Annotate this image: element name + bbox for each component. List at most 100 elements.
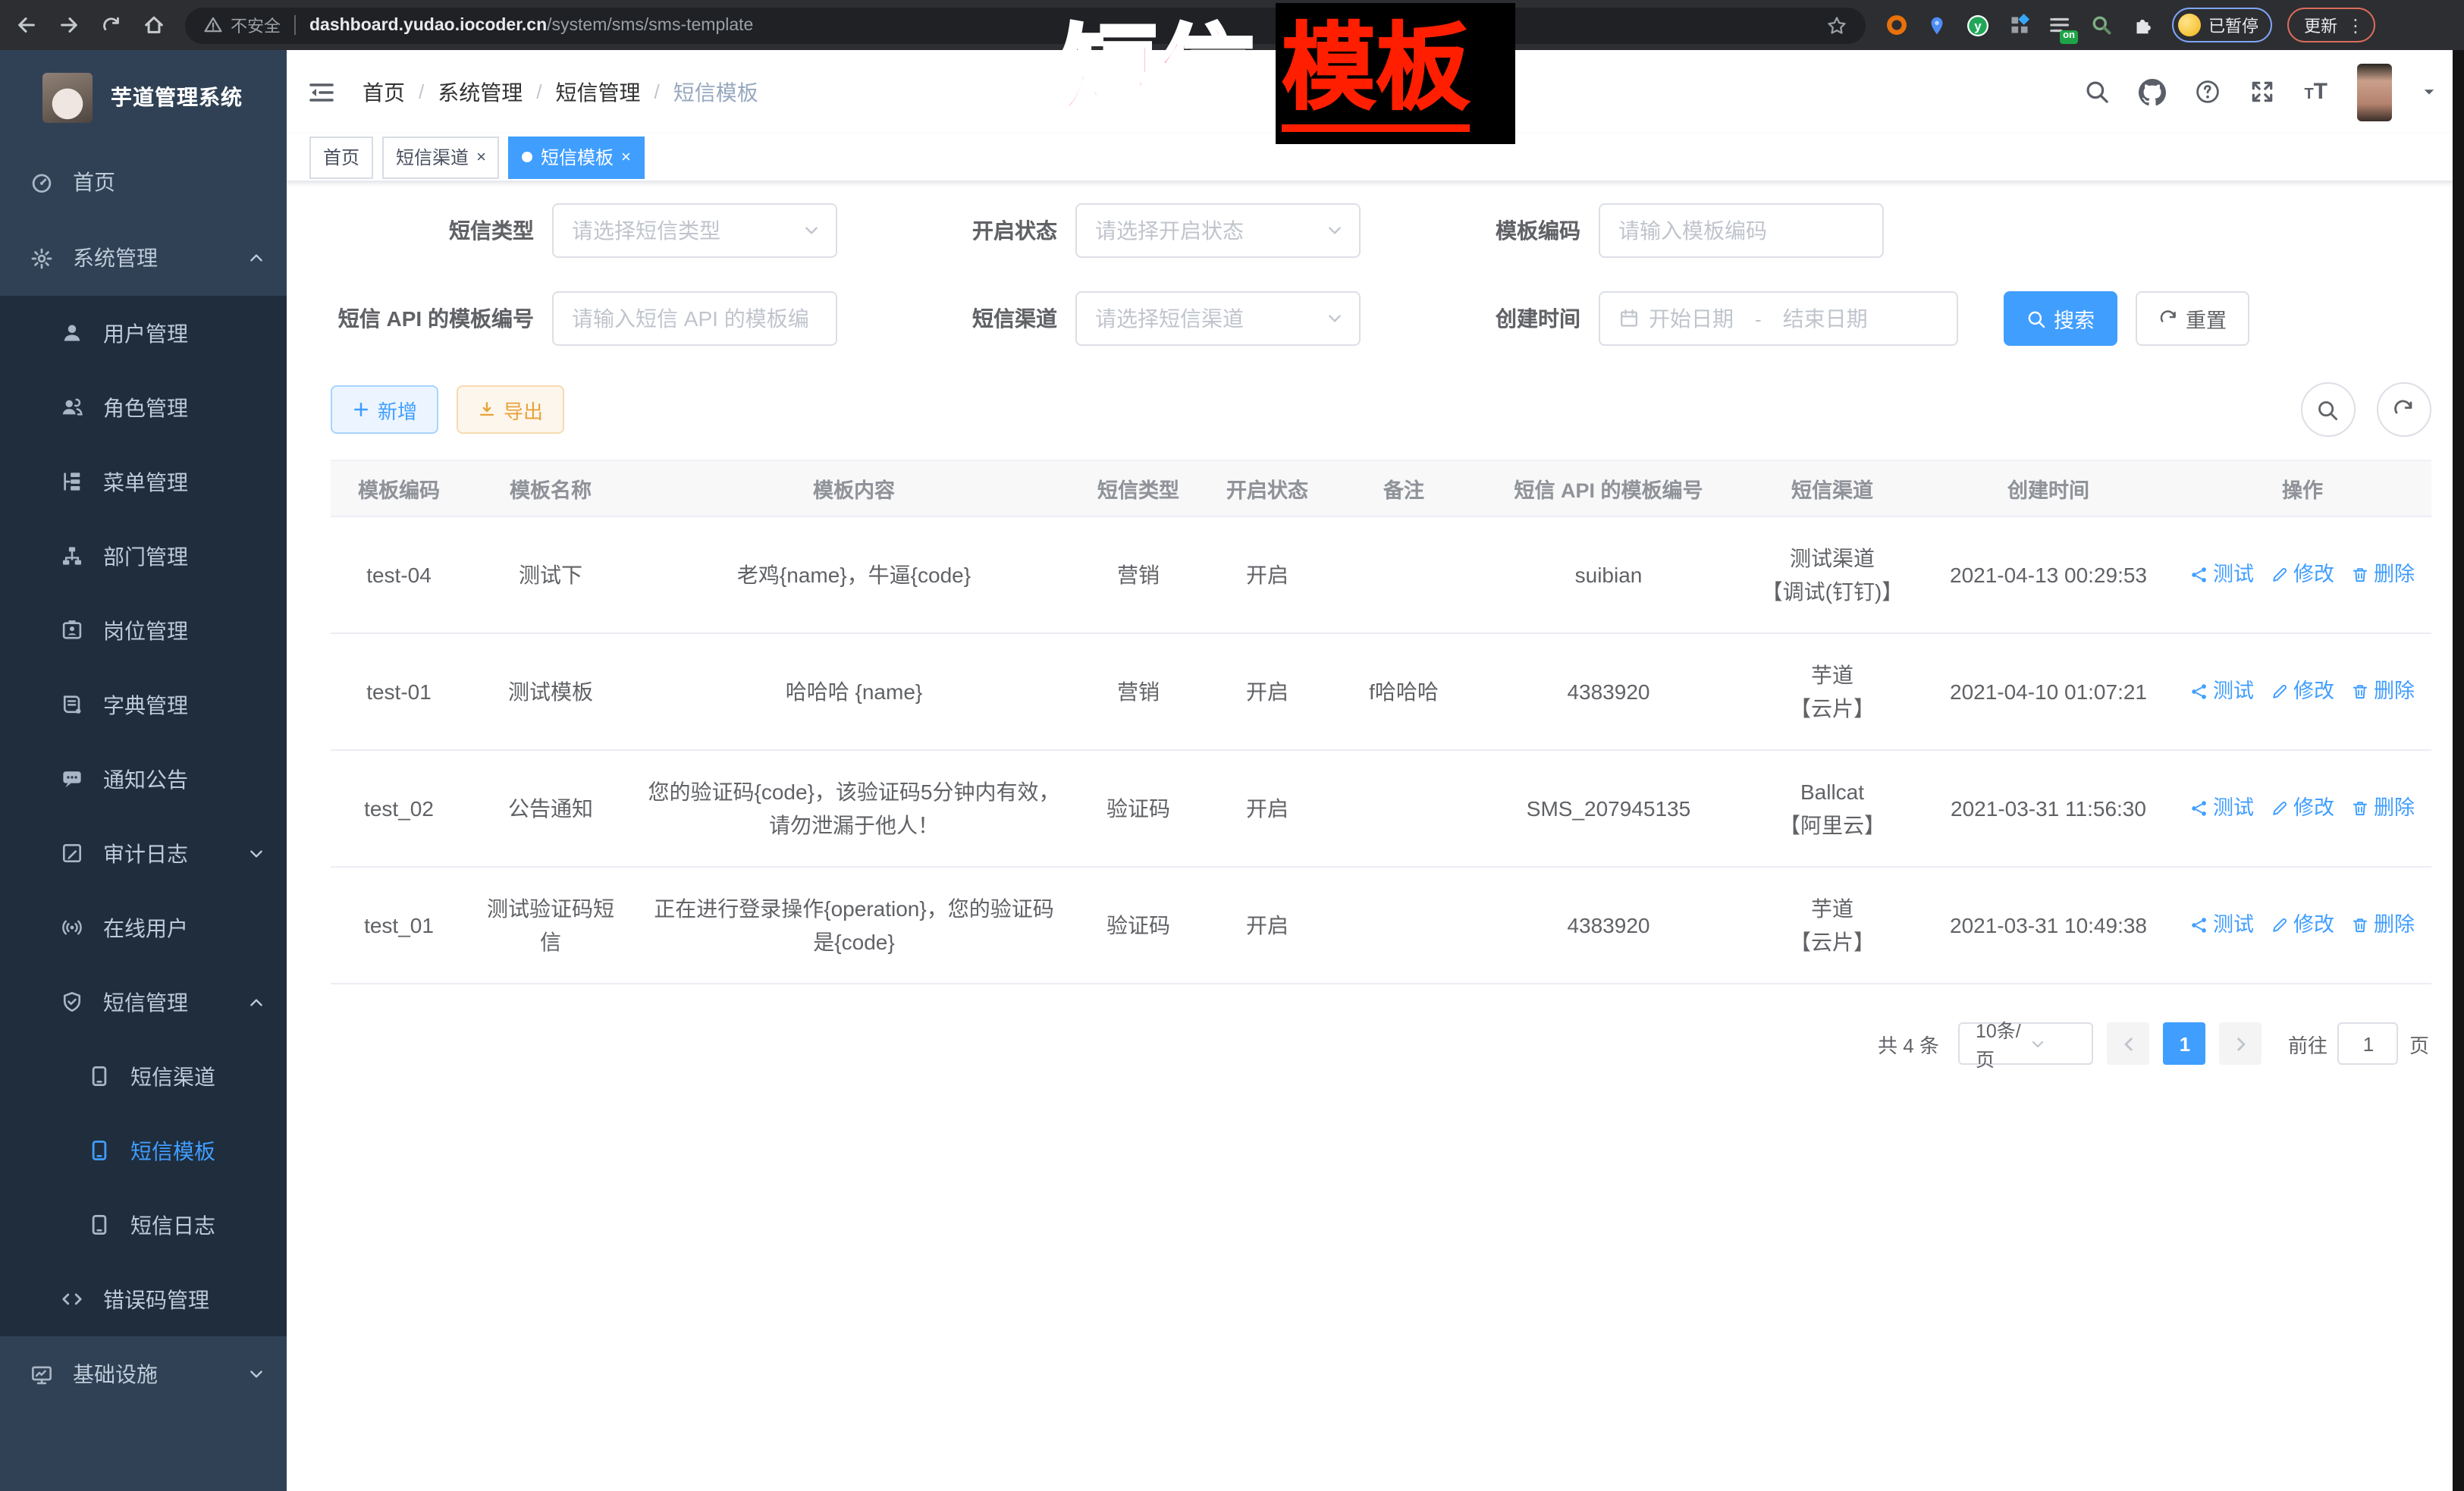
filter-input-模板编码[interactable] [1599,203,1884,258]
breadcrumb-item-home[interactable]: 首页 [363,77,405,107]
table-refresh-button[interactable] [2376,382,2431,437]
browser-back-icon[interactable] [9,8,42,42]
bookmark-star-icon[interactable] [1826,14,1847,36]
security-warning-label[interactable]: 不安全 [231,13,281,37]
filter-label: 短信 API 的模板编号 [332,303,552,334]
export-button[interactable]: 导出 [457,385,564,434]
url-host: dashboard.yudao.iocoder.cn [309,16,547,34]
filter-select-开启状态[interactable]: 请选择开启状态 [1075,203,1361,258]
chevron-up-icon [247,249,265,267]
fullscreen-icon[interactable] [2249,79,2275,105]
delete-link[interactable]: 删除 [2351,909,2415,942]
filter-input-短信 API 的模板编号[interactable] [552,291,837,346]
address-bar[interactable]: 不安全 dashboard.yudao.iocoder.cn /system/s… [185,7,1866,43]
test-link[interactable]: 测试 [2190,792,2254,825]
tab-close-icon[interactable]: × [621,148,631,166]
add-button[interactable]: 新增 [331,385,438,434]
help-icon[interactable] [2195,79,2221,105]
filter-item: 模板编码 [1379,203,1884,258]
delete-link[interactable]: 删除 [2351,558,2415,592]
browser-menu-icon[interactable]: ⋮ [2346,14,2365,36]
prev-page-button[interactable] [2108,1022,2150,1065]
sidebar-item-sms[interactable]: 短信管理 [0,965,287,1039]
browser-update-button[interactable]: 更新 ⋮ [2287,8,2375,42]
extension-y-icon[interactable] [1966,13,1990,37]
sidebar-item-online-user[interactable]: 在线用户 [0,890,287,965]
github-icon[interactable] [2139,78,2166,105]
sidebar-item-error-code[interactable]: 错误码管理 [0,1262,287,1336]
reset-button[interactable]: 重置 [2136,291,2249,346]
sidebar-item-menu[interactable]: 菜单管理 [0,444,287,519]
sidebar-item-user[interactable]: 用户管理 [0,296,287,370]
extension-magnifier-icon[interactable] [2089,13,2113,37]
page-size-value: 10条/页 [1976,1015,2029,1072]
sidebar-item-dept[interactable]: 部门管理 [0,519,287,593]
filter-select-短信渠道[interactable]: 请选择短信渠道 [1075,291,1361,346]
delete-link[interactable]: 删除 [2351,675,2415,708]
sidebar-item-role[interactable]: 角色管理 [0,370,287,444]
avatar-caret-down-icon[interactable] [2420,83,2437,100]
chevron-down-icon [802,221,821,240]
filter-select-短信类型[interactable]: 请选择短信类型 [552,203,837,258]
edit-link[interactable]: 修改 [2271,558,2334,592]
sidebar-item-audit-log[interactable]: 审计日志 [0,816,287,890]
filter-item: 创建时间开始日期-结束日期 [1379,291,1958,346]
table-search-toggle-button[interactable] [2300,382,2355,437]
edit-link[interactable]: 修改 [2271,792,2334,825]
action-label: 测试 [2213,909,2254,942]
edit-link[interactable]: 修改 [2271,675,2334,708]
share-icon [2190,916,2208,934]
user-avatar[interactable] [2356,63,2391,121]
delete-link[interactable]: 删除 [2351,792,2415,825]
test-link[interactable]: 测试 [2190,675,2254,708]
next-page-button[interactable] [2220,1022,2262,1065]
test-link[interactable]: 测试 [2190,909,2254,942]
browser-home-icon[interactable] [137,8,170,42]
edit-link[interactable]: 修改 [2271,909,2334,942]
sidebar-item-sms-log[interactable]: 短信日志 [0,1188,287,1262]
sidebar-logo[interactable]: 芋道管理系统 [0,50,287,144]
extension-grid-icon[interactable] [2007,13,2031,37]
tab-sms-channel[interactable]: 短信渠道 × [382,136,500,178]
tab-close-icon[interactable]: × [476,148,486,166]
sidebar-item-sms-template[interactable]: 短信模板 [0,1113,287,1188]
search-button[interactable]: 搜索 [2004,291,2117,346]
goto-page-input[interactable] [2338,1022,2399,1065]
sidebar-item-notice[interactable]: 通知公告 [0,742,287,816]
tab-home[interactable]: 首页 [309,136,373,178]
breadcrumb-item-sms[interactable]: 短信管理 [556,77,641,107]
column-header: 短信 API 的模板编号 [1476,460,1741,516]
current-page-button[interactable]: 1 [2164,1022,2206,1065]
profile-paused-pill[interactable]: 已暂停 [2172,8,2272,42]
page-scrollbar[interactable] [2452,50,2464,1491]
tab-sms-template[interactable]: 短信模板 × [509,136,645,178]
chevron-up-icon [247,993,265,1011]
header-search-icon[interactable] [2084,79,2110,105]
sidebar-item-infra[interactable]: 基础设施 [0,1336,287,1412]
dashboard-icon [30,171,55,193]
page-content: 短信类型请选择短信类型开启状态请选择开启状态模板编码短信 API 的模板编号短信… [287,182,2464,1065]
filter-daterange[interactable]: 开始日期-结束日期 [1599,291,1958,346]
extension-puzzle-icon[interactable] [2130,13,2154,37]
test-link[interactable]: 测试 [2190,558,2254,592]
browser-reload-icon[interactable] [94,8,127,42]
sidebar-item-sms-channel[interactable]: 短信渠道 [0,1039,287,1113]
sidebar-item-system[interactable]: 系统管理 [0,220,287,296]
browser-forward-icon[interactable] [52,8,85,42]
cell-created: 2021-03-31 11:56:30 [1923,750,2174,867]
trash-icon [2351,566,2369,584]
extension-pin-icon[interactable] [1925,13,1949,37]
breadcrumb-item-system[interactable]: 系统管理 [438,77,523,107]
sidebar-item-label: 错误码管理 [103,1284,209,1314]
extension-list-icon[interactable]: on [2048,13,2072,37]
sidebar-item-home[interactable]: 首页 [0,144,287,220]
sidebar-item-dict[interactable]: 字典管理 [0,667,287,742]
font-size-icon[interactable]: TT [2304,80,2327,103]
extension-ring-icon[interactable] [1884,13,1908,37]
channel-line: 【云片】 [1753,692,1911,725]
sidebar-collapse-icon[interactable] [308,80,335,104]
sidebar-item-label: 短信管理 [103,987,188,1017]
sidebar-item-post[interactable]: 岗位管理 [0,593,287,667]
tab-label: 短信渠道 [396,144,469,170]
page-size-select[interactable]: 10条/页 [1959,1022,2094,1065]
